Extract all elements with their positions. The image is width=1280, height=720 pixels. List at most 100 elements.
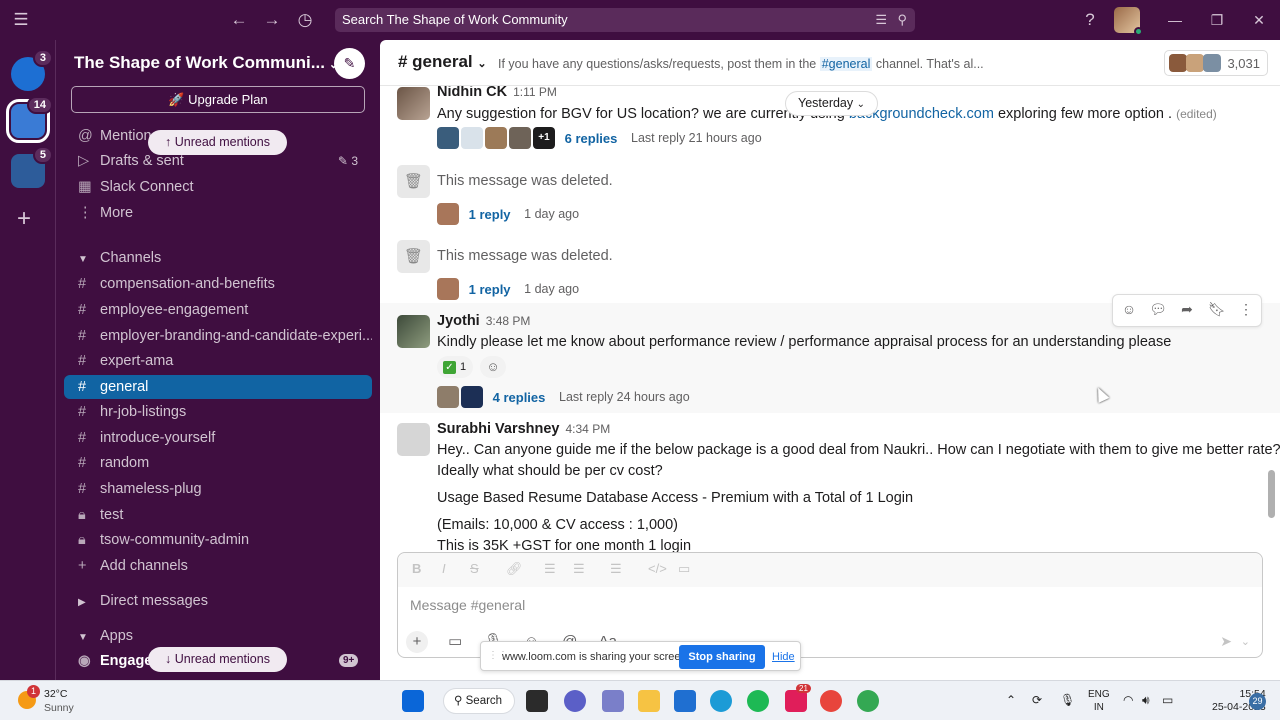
history-icon[interactable]: ◷ bbox=[295, 10, 315, 30]
avatar[interactable] bbox=[397, 423, 430, 456]
sidebar-item-channel[interactable]: 🔒︎ test bbox=[64, 503, 372, 527]
add-channels-button[interactable]: + Add channels bbox=[64, 554, 372, 578]
thread-summary[interactable]: 1 reply 1 day ago bbox=[437, 278, 579, 300]
windows-start-icon[interactable] bbox=[402, 690, 424, 712]
message-time[interactable]: 4:34 PM bbox=[566, 422, 611, 436]
sidebar-item-channel[interactable]: # introduce-yourself bbox=[64, 426, 372, 450]
direct-messages-section-header[interactable]: ▶ Direct messages bbox=[78, 593, 208, 609]
wifi-icon[interactable]: ◠ bbox=[1123, 693, 1133, 707]
scrollbar[interactable] bbox=[1268, 470, 1275, 518]
code-icon[interactable]: </> bbox=[648, 561, 667, 576]
notification-badge[interactable]: 29 bbox=[1249, 693, 1266, 710]
workspace-name[interactable]: The Shape of Work Communi...⌄ bbox=[74, 53, 338, 73]
bullet-list-icon[interactable]: ☰ bbox=[573, 561, 585, 577]
filter-icon[interactable]: ☰ bbox=[875, 8, 887, 32]
replies-link[interactable]: 1 reply bbox=[469, 282, 511, 297]
sidebar-item-channel[interactable]: # employee-engagement bbox=[64, 298, 372, 322]
back-arrow-icon[interactable]: ← bbox=[229, 10, 249, 30]
avatar[interactable] bbox=[397, 87, 430, 120]
add-reaction-button[interactable]: ☺ bbox=[480, 356, 506, 378]
channels-section-header[interactable]: ▼ Channels bbox=[78, 250, 161, 266]
link-icon[interactable]: 🔗︎ bbox=[506, 561, 523, 577]
chrome-profile-icon[interactable] bbox=[820, 690, 842, 712]
sidebar-item-more[interactable]: ⋮ More bbox=[64, 201, 372, 225]
chevron-down-icon[interactable]: ⌄ bbox=[1241, 635, 1250, 648]
chrome-icon[interactable] bbox=[857, 690, 879, 712]
slack-icon[interactable]: 21 bbox=[785, 684, 811, 712]
thread-summary[interactable]: 4 replies Last reply 24 hours ago bbox=[437, 386, 690, 408]
workspace-2-active[interactable]: 14 bbox=[6, 96, 53, 143]
help-icon[interactable]: ? bbox=[1080, 10, 1100, 30]
workspace-3[interactable]: 5 bbox=[11, 146, 53, 188]
stop-sharing-button[interactable]: Stop sharing bbox=[679, 645, 765, 669]
strikethrough-icon[interactable]: S bbox=[470, 561, 479, 576]
teams-chat-icon[interactable] bbox=[564, 690, 586, 712]
reaction-check[interactable]: ✓ 1 bbox=[437, 356, 473, 378]
store-icon[interactable] bbox=[674, 690, 696, 712]
replies-link[interactable]: 1 reply bbox=[469, 207, 511, 222]
menu-icon[interactable]: ☰ bbox=[11, 10, 31, 30]
task-view-icon[interactable] bbox=[526, 690, 548, 712]
message-time[interactable]: 1:11 PM bbox=[513, 86, 557, 99]
microphone-icon[interactable]: 🎙︎ bbox=[1060, 693, 1075, 707]
search-bar[interactable]: Search The Shape of Work Community ☰ ⚲ bbox=[335, 8, 915, 32]
minimize-icon[interactable]: — bbox=[1166, 10, 1184, 30]
more-actions-icon[interactable]: ⋮ bbox=[1235, 301, 1257, 318]
message-input[interactable]: Message #general bbox=[410, 597, 525, 613]
replies-link[interactable]: 4 replies bbox=[493, 390, 546, 405]
channel-topic-link[interactable]: #general bbox=[819, 57, 873, 71]
sidebar-item-channel[interactable]: 🔒︎ tsow-community-admin bbox=[64, 528, 372, 552]
members-button[interactable]: 3,031 bbox=[1164, 50, 1268, 76]
file-explorer-icon[interactable] bbox=[638, 690, 660, 712]
sidebar-item-channel[interactable]: # expert-ama bbox=[64, 349, 372, 373]
reply-in-thread-icon[interactable]: 💬︎ bbox=[1147, 301, 1169, 318]
sidebar-item-channel[interactable]: # hr-job-listings bbox=[64, 400, 372, 424]
sidebar-item-channel[interactable]: # random bbox=[64, 451, 372, 475]
snipping-tool-icon[interactable] bbox=[602, 690, 624, 712]
sidebar-item-channel[interactable]: # shameless-plug bbox=[64, 477, 372, 501]
new-message-button[interactable]: ✎ bbox=[334, 48, 365, 79]
thread-summary[interactable]: +1 6 replies Last reply 21 hours ago bbox=[437, 127, 762, 149]
add-reaction-icon[interactable]: ☺ bbox=[1118, 301, 1140, 317]
attach-plus-icon[interactable]: + bbox=[406, 631, 428, 653]
thread-summary[interactable]: 1 reply 1 day ago bbox=[437, 203, 579, 225]
upgrade-plan-button[interactable]: 🚀 Upgrade Plan bbox=[71, 86, 365, 113]
bold-icon[interactable]: B bbox=[412, 561, 421, 576]
maximize-icon[interactable]: ❐ bbox=[1208, 10, 1226, 30]
user-avatar[interactable] bbox=[1114, 7, 1143, 36]
chevron-up-icon[interactable]: ⌃ bbox=[1006, 693, 1016, 707]
close-icon[interactable]: ✕ bbox=[1250, 10, 1268, 30]
workspace-1[interactable]: 3 bbox=[11, 49, 53, 91]
ordered-list-icon[interactable]: ☰ bbox=[544, 561, 556, 577]
sync-icon[interactable]: ⟳ bbox=[1032, 693, 1042, 707]
forward-arrow-icon[interactable]: → bbox=[262, 10, 282, 30]
battery-icon[interactable]: ▭ bbox=[1162, 693, 1173, 707]
sidebar-item-channel[interactable]: # employer-branding-and-candidate-experi.… bbox=[64, 324, 372, 348]
channel-name[interactable]: # general ⌄ bbox=[398, 52, 487, 72]
sidebar-item-channel[interactable]: # compensation-and-benefits bbox=[64, 272, 372, 296]
message-time[interactable]: 3:48 PM bbox=[486, 314, 531, 328]
sidebar-item-channel-active[interactable]: # general bbox=[64, 375, 372, 399]
video-icon[interactable]: ▭ bbox=[444, 631, 466, 653]
sidebar-item-drafts[interactable]: ▷ Drafts & sent ✎ 3 bbox=[64, 149, 372, 173]
share-icon[interactable]: ➦ bbox=[1176, 301, 1198, 318]
send-icon[interactable]: ➤ bbox=[1220, 633, 1232, 650]
unread-mentions-pill-bottom[interactable]: ↓ Unread mentions bbox=[148, 647, 287, 672]
sidebar-item-slack-connect[interactable]: ▦ Slack Connect bbox=[64, 175, 372, 199]
hide-link[interactable]: Hide bbox=[772, 651, 795, 663]
replies-link[interactable]: 6 replies bbox=[565, 131, 618, 146]
bookmark-icon[interactable]: 🔖︎ bbox=[1206, 301, 1228, 318]
channel-topic[interactable]: If you have any questions/asks/requests,… bbox=[498, 57, 984, 71]
add-workspace-icon[interactable]: + bbox=[17, 205, 31, 233]
apps-section-header[interactable]: ▼ Apps bbox=[78, 628, 133, 644]
code-block-icon[interactable]: ▭ bbox=[678, 561, 690, 577]
volume-icon[interactable]: 🔊︎ bbox=[1142, 693, 1150, 708]
blockquote-icon[interactable]: ☰ bbox=[610, 561, 622, 577]
language-indicator[interactable]: ENG IN bbox=[1088, 688, 1110, 714]
avatar[interactable] bbox=[397, 315, 430, 348]
spotify-icon[interactable] bbox=[747, 690, 769, 712]
taskbar-search[interactable]: ⚲ Search bbox=[443, 688, 515, 714]
search-icon[interactable]: ⚲ bbox=[897, 8, 907, 32]
edge-icon[interactable] bbox=[710, 690, 732, 712]
date-divider[interactable]: Yesterday ⌄ bbox=[785, 91, 879, 116]
